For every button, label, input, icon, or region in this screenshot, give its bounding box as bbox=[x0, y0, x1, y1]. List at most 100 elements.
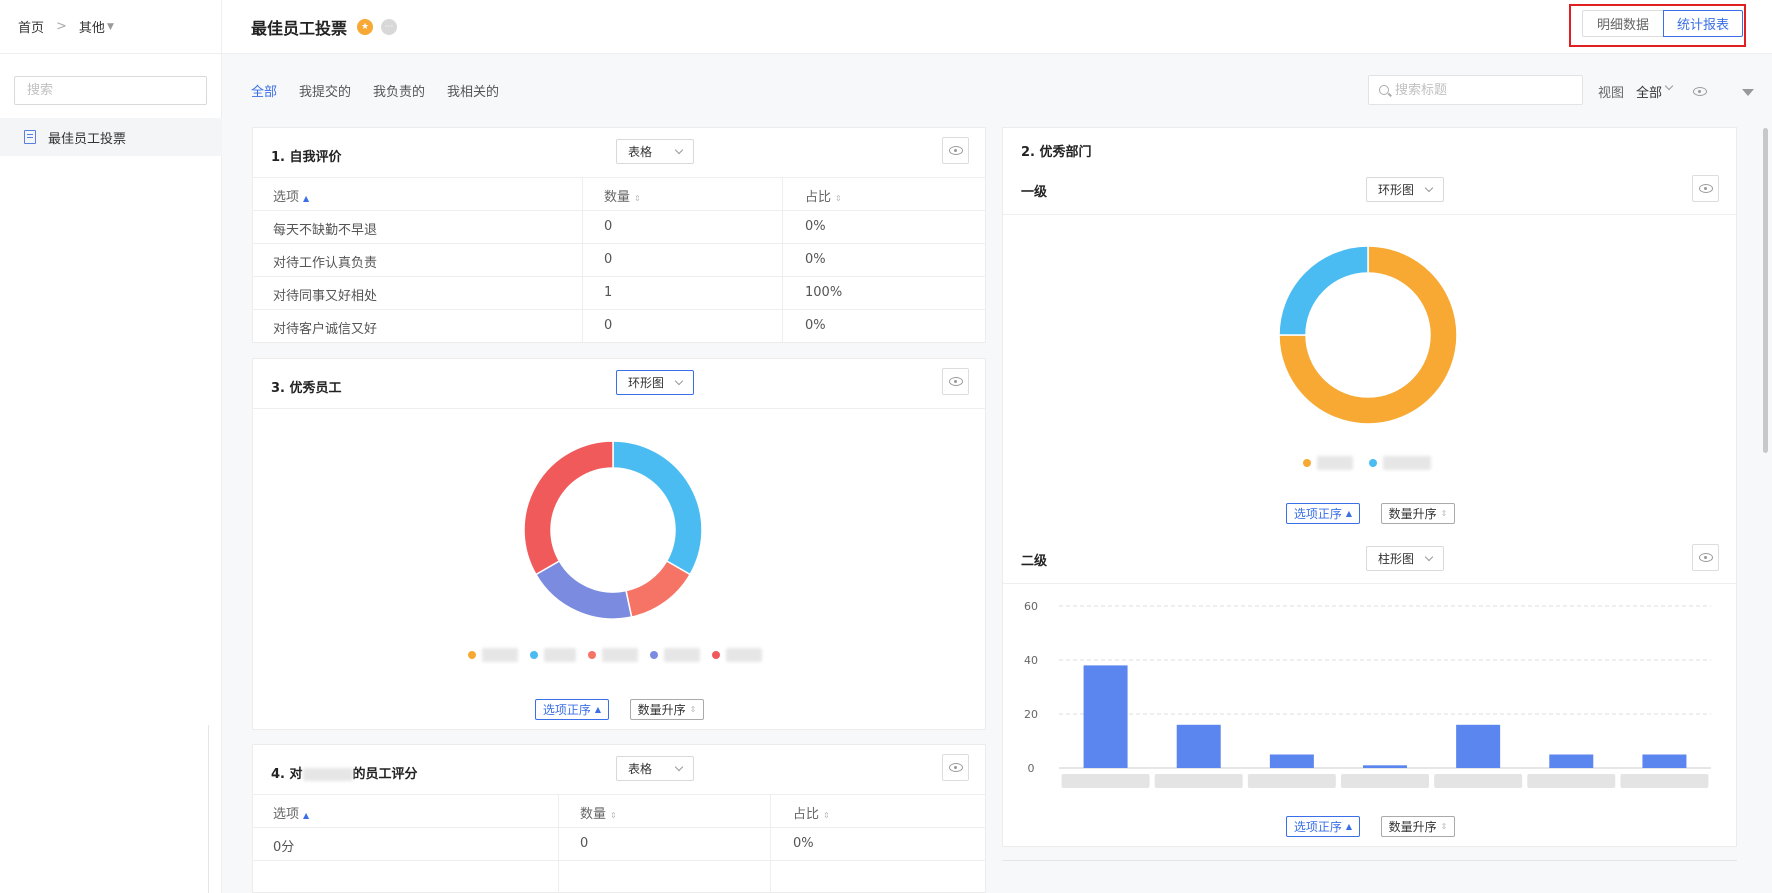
divider bbox=[1002, 860, 1737, 861]
legend-label-redacted bbox=[482, 648, 518, 662]
x-tick-label-redacted bbox=[1341, 774, 1429, 788]
tab-related[interactable]: 我相关的 bbox=[447, 81, 499, 100]
table-cell: 对待客户诚信又好 bbox=[273, 322, 378, 337]
view-select[interactable]: 全部 bbox=[1636, 82, 1662, 101]
table-cell: 0 bbox=[604, 318, 613, 333]
bar[interactable] bbox=[1176, 724, 1221, 768]
section-title-level1: 一级 bbox=[1021, 185, 1048, 200]
filter-icon[interactable] bbox=[1742, 89, 1755, 96]
chart-type-select[interactable]: 表格 bbox=[616, 139, 694, 164]
chevron-down-icon bbox=[1424, 183, 1434, 193]
table-cell: 0% bbox=[805, 318, 826, 333]
chart-type-value: 表格 bbox=[628, 762, 653, 776]
legend-marker bbox=[530, 651, 538, 659]
chart-type-select[interactable]: 环形图 bbox=[616, 370, 694, 395]
chart-type-value: 柱形图 bbox=[1378, 552, 1415, 566]
y-tick-label: 0 bbox=[1028, 762, 1035, 775]
legend-label-redacted bbox=[544, 648, 576, 662]
eye-icon[interactable] bbox=[1693, 87, 1707, 96]
x-tick-label-redacted bbox=[1620, 774, 1709, 788]
chart-type-select[interactable]: 表格 bbox=[616, 756, 694, 781]
column-header-ratio[interactable]: 占比 ⇕ bbox=[793, 803, 830, 822]
question-card-employee-rating: 4. 对的员工评分 表格 选项 ▲ 数量 ⇕ 占比 ⇕ 0分 0 0% bbox=[252, 744, 986, 893]
more-icon[interactable]: ··· bbox=[381, 18, 398, 35]
donut-slice[interactable] bbox=[1278, 245, 1369, 336]
tab-submitted[interactable]: 我提交的 bbox=[299, 81, 351, 100]
visibility-button[interactable] bbox=[942, 754, 969, 781]
column-divider bbox=[558, 795, 559, 893]
chart-legend bbox=[468, 647, 768, 663]
column-divider bbox=[782, 178, 783, 343]
legend-marker bbox=[712, 651, 720, 659]
breadcrumb-home[interactable]: 首页 bbox=[18, 17, 44, 36]
bar[interactable] bbox=[1269, 754, 1314, 769]
sort-icon: ⇕ bbox=[634, 194, 641, 203]
donut-slice[interactable] bbox=[625, 559, 692, 618]
x-tick-label-redacted bbox=[1247, 774, 1336, 788]
bar[interactable] bbox=[1083, 665, 1128, 768]
page-header: 最佳员工投票 ★ ··· bbox=[222, 0, 1772, 54]
table-cell: 对待同事又好相处 bbox=[273, 289, 378, 304]
sidebar-item-best-employee-vote[interactable]: 最佳员工投票 bbox=[0, 118, 222, 156]
card-title: 1. 自我评价 bbox=[271, 150, 342, 165]
column-header-count[interactable]: 数量 ⇕ bbox=[580, 803, 617, 822]
chevron-down-icon[interactable] bbox=[1664, 81, 1674, 91]
x-tick-label-redacted bbox=[1434, 774, 1523, 788]
table-cell: 0% bbox=[793, 836, 814, 851]
visibility-button[interactable] bbox=[942, 368, 969, 395]
column-header-option[interactable]: 选项 ▲ bbox=[273, 186, 309, 205]
visibility-button[interactable] bbox=[942, 137, 969, 164]
breadcrumb-current[interactable]: 其他 bbox=[79, 17, 105, 36]
chevron-down-icon bbox=[674, 376, 684, 386]
eye-icon bbox=[948, 763, 963, 772]
y-tick-label: 40 bbox=[1024, 654, 1038, 667]
table-cell: 0 bbox=[604, 219, 613, 234]
sort-icon: ⇕ bbox=[835, 194, 842, 203]
bar[interactable] bbox=[1642, 754, 1687, 769]
column-header-count[interactable]: 数量 ⇕ bbox=[604, 186, 641, 205]
sort-by-count-button[interactable]: 数量升序 ⇕ bbox=[1381, 503, 1455, 524]
chevron-down-icon[interactable]: ▼ bbox=[107, 22, 114, 32]
legend-label-redacted bbox=[1317, 456, 1353, 470]
tab-all[interactable]: 全部 bbox=[251, 81, 277, 100]
legend-marker bbox=[468, 651, 476, 659]
donut-slice[interactable] bbox=[523, 440, 614, 576]
table-cell: 每天不缺勤不早退 bbox=[273, 223, 378, 238]
sort-by-count-button[interactable]: 数量升序 ⇕ bbox=[630, 699, 704, 720]
detail-data-button[interactable]: 明细数据 bbox=[1582, 10, 1664, 37]
sort-by-option-button[interactable]: 选项正序 ▲ bbox=[1286, 503, 1360, 524]
page-scrollbar[interactable] bbox=[1763, 128, 1768, 453]
table-cell: 0分 bbox=[273, 840, 295, 855]
y-tick-label: 60 bbox=[1024, 600, 1038, 613]
chart-type-value: 环形图 bbox=[628, 376, 665, 390]
sort-by-count-button[interactable]: 数量升序 ⇕ bbox=[1381, 816, 1455, 837]
title-search-box[interactable] bbox=[1368, 75, 1583, 105]
visibility-button[interactable] bbox=[1692, 175, 1719, 202]
visibility-button[interactable] bbox=[1692, 544, 1719, 571]
sidebar-search-input[interactable] bbox=[14, 76, 207, 105]
question-card-excellent-department: 2. 优秀部门 一级 环形图 选项正序 ▲ 数量升序 ⇕ 二级 柱形图 0 20 40 6… bbox=[1002, 127, 1737, 847]
column-header-option[interactable]: 选项 ▲ bbox=[273, 803, 309, 822]
sort-icon: ▲ bbox=[1345, 509, 1353, 518]
column-header-ratio[interactable]: 占比 ⇕ bbox=[805, 186, 842, 205]
sort-by-option-button[interactable]: 选项正序 ▲ bbox=[535, 699, 609, 720]
statistics-report-button[interactable]: 统计报表 bbox=[1663, 10, 1743, 37]
breadcrumb: 首页 > 其他 ▼ bbox=[0, 0, 222, 54]
donut-slice[interactable] bbox=[612, 440, 703, 576]
bar[interactable] bbox=[1456, 724, 1501, 768]
chart-type-select[interactable]: 环形图 bbox=[1366, 177, 1444, 202]
legend-marker bbox=[588, 651, 596, 659]
star-badge-icon[interactable]: ★ bbox=[357, 18, 374, 35]
redacted-name bbox=[302, 768, 353, 781]
tab-responsible[interactable]: 我负责的 bbox=[373, 81, 425, 100]
bar[interactable] bbox=[1363, 765, 1407, 768]
legend-label-redacted bbox=[602, 648, 638, 662]
eye-icon bbox=[948, 377, 963, 386]
sidebar-resize-handle[interactable] bbox=[208, 725, 209, 893]
bar[interactable] bbox=[1549, 754, 1594, 769]
sidebar-item-label: 最佳员工投票 bbox=[48, 131, 127, 147]
donut-slice[interactable] bbox=[534, 559, 633, 620]
chart-type-select[interactable]: 柱形图 bbox=[1366, 546, 1444, 571]
sort-by-option-button[interactable]: 选项正序 ▲ bbox=[1286, 816, 1360, 837]
title-search-input[interactable] bbox=[1395, 82, 1575, 98]
